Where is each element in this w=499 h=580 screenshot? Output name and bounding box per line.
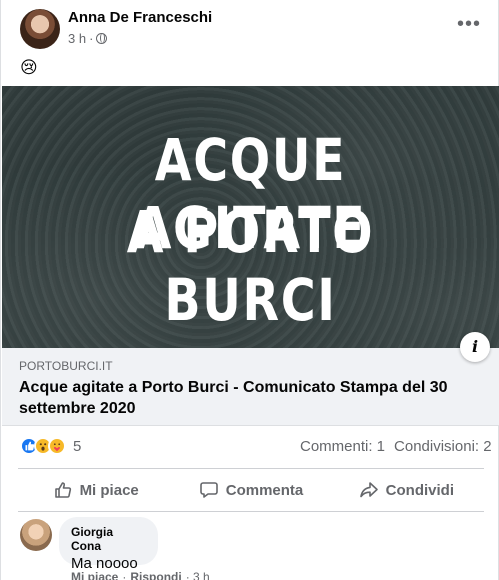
- more-options-button[interactable]: •••: [457, 14, 481, 34]
- comment-time[interactable]: · 3 h: [186, 570, 210, 580]
- comment-reply-link[interactable]: Rispondi: [130, 570, 181, 580]
- comments-count[interactable]: Commenti: 1: [300, 438, 385, 455]
- link-preview[interactable]: PORTOBURCI.IT Acque agitate a Porto Burc…: [2, 348, 499, 426]
- post-text: 😢: [20, 58, 38, 77]
- link-domain: PORTOBURCI.IT: [19, 359, 113, 373]
- meta-separator: ·: [89, 31, 94, 46]
- like-label: Mi piace: [79, 481, 139, 499]
- link-title[interactable]: Acque agitate a Porto Burci - Comunicato…: [19, 377, 489, 419]
- author-avatar[interactable]: [20, 9, 60, 49]
- care-icon: [48, 437, 66, 455]
- like-button[interactable]: Mi piace: [18, 470, 173, 510]
- comment-actions: Mi piace · Rispondi · 3 h: [71, 570, 210, 580]
- post-actions: Mi piace Commenta Condividi: [18, 470, 484, 510]
- author-name[interactable]: Anna De Franceschi: [68, 9, 212, 26]
- divider: [18, 511, 484, 512]
- commenter-name[interactable]: Giorgia Cona: [71, 525, 146, 553]
- link-image[interactable]: ACQUE AGITATE A PORTO BURCI: [2, 86, 499, 348]
- comment-icon: [199, 482, 218, 498]
- reactions-count: 5: [73, 437, 82, 455]
- comment-bubble: Giorgia Cona Ma noooo: [59, 517, 158, 572]
- commenter-avatar[interactable]: [20, 519, 52, 551]
- hero-title-line2: A PORTO BURCI: [126, 198, 375, 334]
- comment-dot: ·: [122, 570, 127, 580]
- post-time[interactable]: 3 h: [68, 31, 86, 46]
- shares-count[interactable]: Condivisioni: 2: [394, 438, 492, 455]
- engagement-counts: Commenti: 1 Condivisioni: 2: [300, 438, 492, 455]
- reactions-summary[interactable]: 5: [20, 437, 81, 455]
- globe-icon: [96, 33, 108, 44]
- share-icon: [359, 482, 378, 498]
- thumbs-up-icon: [54, 482, 71, 498]
- feed-post: Anna De Franceschi 3 h · ••• 😢 ACQUE AGI…: [0, 0, 499, 580]
- comment-like-link[interactable]: Mi piace: [71, 570, 118, 580]
- divider: [18, 468, 484, 469]
- info-icon[interactable]: i: [460, 332, 490, 362]
- post-meta: 3 h ·: [68, 31, 108, 46]
- share-button[interactable]: Condividi: [329, 470, 484, 510]
- comment-button[interactable]: Commenta: [173, 470, 328, 510]
- comment-label: Commenta: [225, 481, 304, 499]
- share-label: Condividi: [385, 481, 454, 499]
